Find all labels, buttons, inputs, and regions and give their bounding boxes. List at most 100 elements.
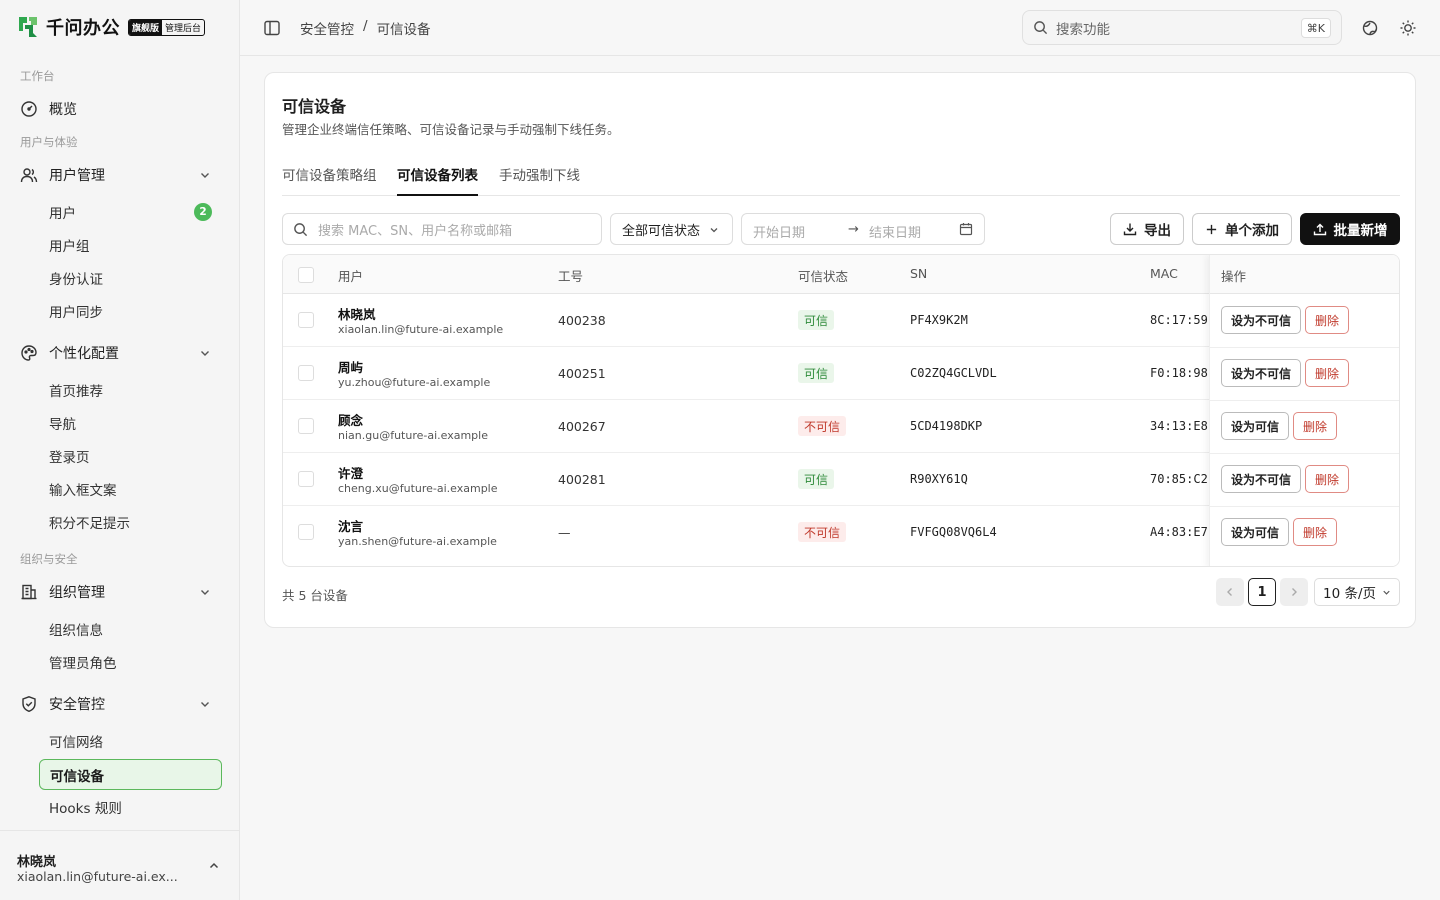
calendar-icon [959, 223, 973, 236]
sidebar-item-overview[interactable]: 概览 [14, 93, 226, 125]
delete-button[interactable]: 删除 [1293, 518, 1337, 546]
row-checkbox[interactable] [298, 365, 314, 381]
chevron-up-icon [209, 862, 219, 869]
toolbar: 搜索 MAC、SN、用户名称或邮箱 全部可信状态 开始日期 → 结束日期 导出 … [282, 213, 1400, 245]
chevron-down-icon [201, 702, 209, 707]
sidebar-item-trusted-network[interactable]: 可信网络 [39, 725, 222, 756]
device-search-input[interactable]: 搜索 MAC、SN、用户名称或邮箱 [282, 213, 602, 245]
breadcrumb-parent[interactable]: 安全管控 [300, 18, 354, 38]
delete-button[interactable]: 删除 [1305, 359, 1349, 387]
status-filter-select[interactable]: 全部可信状态 [610, 213, 733, 245]
next-page-button[interactable] [1280, 578, 1308, 606]
chevron-down-icon [201, 351, 209, 356]
export-button[interactable]: 导出 [1110, 213, 1184, 245]
user-name: 林晓岚 [338, 307, 376, 322]
start-date-placeholder[interactable]: 开始日期 [753, 222, 805, 241]
sidebar-item-auth[interactable]: 身份认证 [39, 262, 222, 293]
page-description: 管理企业终端信任策略、可信设备记录与手动强制下线任务。 [282, 122, 620, 137]
status-badge: 可信 [798, 469, 835, 489]
date-range-picker[interactable]: 开始日期 → 结束日期 [741, 213, 985, 245]
chevron-left-icon [1227, 588, 1232, 596]
mac-address: 70:85:C2 [1150, 472, 1208, 486]
sidebar-item-credit-tip[interactable]: 积分不足提示 [39, 506, 222, 537]
row-checkbox[interactable] [298, 312, 314, 328]
set-untrusted-button[interactable]: 设为不可信 [1221, 359, 1301, 387]
sidebar-item-label: 输入框文案 [49, 482, 117, 499]
employee-number: 400251 [558, 366, 606, 381]
breadcrumb-current: 可信设备 [376, 22, 431, 38]
download-icon [1123, 223, 1137, 236]
user-name: 许澄 [338, 466, 364, 481]
delete-button[interactable]: 删除 [1305, 465, 1349, 493]
user-email: xiaolan.lin@future-ai.example [338, 323, 504, 336]
sidebar-toggle-icon[interactable] [263, 19, 281, 37]
building-icon [20, 583, 38, 601]
add-single-label: 单个添加 [1225, 223, 1279, 239]
brand-name: 千问办公 [46, 18, 120, 39]
employee-number: 400238 [558, 313, 606, 328]
column-mac: MAC [1150, 266, 1178, 281]
user-name: 沈言 [338, 519, 364, 534]
tab-policy-groups[interactable]: 可信设备策略组 [282, 164, 377, 196]
sidebar-item-hooks[interactable]: Hooks 规则 [39, 791, 222, 822]
chevron-down-icon [1383, 590, 1390, 595]
sidebar-item-user-sync[interactable]: 用户同步 [39, 295, 222, 326]
set-untrusted-button[interactable]: 设为不可信 [1221, 306, 1301, 334]
device-table: 用户 工号 可信状态 SN MAC 林晓岚 xiaolan.lin@future… [282, 254, 1400, 567]
end-date-placeholder[interactable]: 结束日期 [869, 222, 921, 241]
chevron-down-icon [201, 590, 209, 595]
page-number[interactable]: 1 [1248, 578, 1276, 606]
sidebar-item-personalization[interactable]: 个性化配置 [14, 337, 226, 369]
batch-add-label: 批量新增 [1333, 223, 1388, 239]
row-checkbox[interactable] [298, 471, 314, 487]
select-all-checkbox[interactable] [298, 267, 314, 283]
sidebar-item-label: 登录页 [49, 449, 90, 466]
sidebar-item-users[interactable]: 用户 2 [39, 196, 222, 227]
row-checkbox[interactable] [298, 524, 314, 540]
sidebar: 千问办公 旗舰版 管理后台 工作台 概览 用户与体验 用户管理 用户 2 用户组… [0, 0, 240, 900]
sun-icon[interactable] [1399, 19, 1417, 37]
tab-device-list[interactable]: 可信设备列表 [397, 164, 478, 196]
user-email: cheng.xu@future-ai.example [338, 482, 498, 495]
top-header: 安全管控 / 可信设备 搜索功能 ⌘K [240, 0, 1440, 56]
set-trusted-button[interactable]: 设为可信 [1221, 412, 1289, 440]
chevron-right-icon [1292, 588, 1297, 596]
sidebar-item-label: 身份认证 [49, 271, 103, 288]
main-card: 可信设备 管理企业终端信任策略、可信设备记录与手动强制下线任务。 可信设备策略组… [264, 72, 1416, 628]
brand[interactable]: 千问办公 旗舰版 管理后台 [16, 13, 206, 41]
page-size-select[interactable]: 10 条/页 [1314, 578, 1400, 606]
shield-icon [20, 695, 38, 713]
delete-button[interactable]: 删除 [1293, 412, 1337, 440]
row-checkbox[interactable] [298, 418, 314, 434]
sidebar-item-user-groups[interactable]: 用户组 [39, 229, 222, 260]
mac-address: F0:18:98 [1150, 366, 1208, 380]
set-untrusted-button[interactable]: 设为不可信 [1221, 465, 1301, 493]
sidebar-item-navigation[interactable]: 导航 [39, 407, 222, 438]
sidebar-item-org-mgmt[interactable]: 组织管理 [14, 576, 226, 608]
sidebar-item-input-copy[interactable]: 输入框文案 [39, 473, 222, 504]
sidebar-item-security[interactable]: 安全管控 [14, 688, 226, 720]
batch-add-button[interactable]: 批量新增 [1300, 213, 1400, 245]
set-trusted-button[interactable]: 设为可信 [1221, 518, 1289, 546]
sidebar-item-user-mgmt[interactable]: 用户管理 [14, 159, 226, 191]
serial-number: C02ZQ4GCLVDL [910, 366, 997, 380]
group-workspace: 工作台 [20, 69, 55, 83]
sidebar-item-login-page[interactable]: 登录页 [39, 440, 222, 471]
sidebar-item-label: 用户同步 [49, 304, 103, 321]
sidebar-item-org-info[interactable]: 组织信息 [39, 613, 222, 644]
sidebar-item-home-rec[interactable]: 首页推荐 [39, 374, 222, 405]
plus-icon [1206, 224, 1217, 234]
prev-page-button[interactable] [1216, 578, 1244, 606]
sidebar-item-admin-roles[interactable]: 管理员角色 [39, 646, 222, 677]
add-single-button[interactable]: 单个添加 [1192, 213, 1292, 245]
global-search[interactable]: 搜索功能 ⌘K [1022, 10, 1342, 45]
delete-button[interactable]: 删除 [1305, 306, 1349, 334]
sidebar-item-trusted-devices[interactable]: 可信设备 [39, 759, 222, 790]
serial-number: PF4X9K2M [910, 313, 968, 327]
tab-force-offline[interactable]: 手动强制下线 [499, 164, 580, 196]
user-profile[interactable]: 林晓岚 xiaolan.lin@future-ai.ex... [0, 830, 239, 900]
sidebar-item-label: 积分不足提示 [49, 515, 130, 532]
globe-icon[interactable] [1361, 19, 1379, 37]
search-placeholder: 搜索功能 [1056, 21, 1110, 38]
employee-number: 400281 [558, 472, 606, 487]
